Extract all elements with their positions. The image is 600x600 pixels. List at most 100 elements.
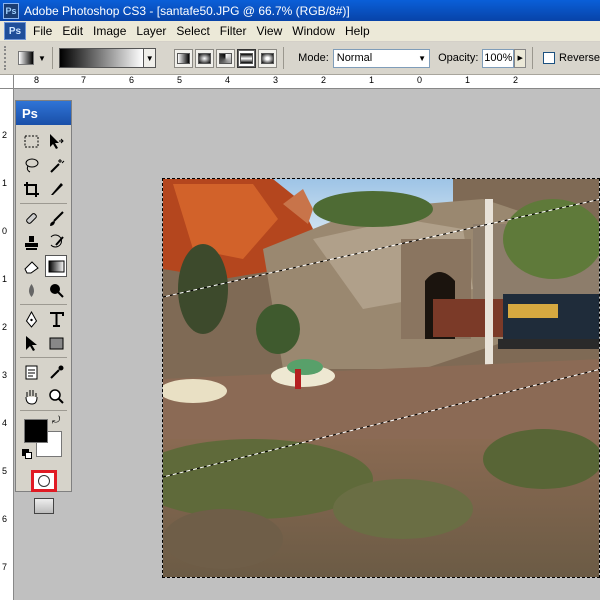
mode-select[interactable]: Normal ▼: [332, 48, 431, 68]
divider: [283, 47, 285, 69]
divider: [532, 47, 534, 69]
ruler-tick-label: 3: [273, 75, 279, 85]
app-menu-icon[interactable]: Ps: [4, 22, 26, 40]
move-icon: [49, 133, 64, 149]
linear-gradient-icon: [177, 52, 191, 64]
menu-image[interactable]: Image: [92, 24, 135, 38]
healing-brush-tool[interactable]: [20, 207, 42, 229]
ruler-tick-label: 1: [465, 75, 471, 85]
eyedropper-tool[interactable]: [45, 361, 67, 383]
quick-mask-button[interactable]: [30, 470, 57, 492]
brush-tool[interactable]: [45, 207, 67, 229]
document-canvas[interactable]: [162, 178, 600, 578]
reflected-gradient-button[interactable]: [237, 48, 257, 68]
gradient-editor-swatch[interactable]: [58, 48, 145, 68]
eraser-icon: [23, 260, 39, 273]
magic-wand-icon: [49, 158, 64, 173]
diamond-gradient-icon: [261, 52, 275, 64]
blur-icon: [28, 283, 34, 297]
ruler-tick-label: 3: [2, 370, 8, 380]
title-bar: Ps Adobe Photoshop CS3 - [santafe50.JPG …: [0, 0, 600, 21]
chevron-down-icon: ▼: [418, 53, 427, 63]
ruler-tick-label: 6: [2, 514, 8, 524]
opacity-slider-button[interactable]: ▶: [514, 48, 527, 68]
diamond-gradient-button[interactable]: [258, 48, 278, 68]
ruler-tick-label: 2: [2, 130, 8, 140]
angle-gradient-button[interactable]: [216, 48, 236, 68]
ruler-tick-label: 2: [513, 75, 519, 85]
foreground-color-swatch[interactable]: [24, 419, 48, 443]
reverse-checkbox[interactable]: [543, 52, 556, 64]
ps-logo: Ps: [22, 105, 38, 121]
eraser-tool[interactable]: [20, 255, 42, 277]
menu-help[interactable]: Help: [344, 24, 379, 38]
menu-bar: Ps File Edit Image Layer Select Filter V…: [0, 21, 600, 42]
ruler-tick-label: 4: [2, 418, 8, 428]
menu-select[interactable]: Select: [175, 24, 218, 38]
history-brush-tool[interactable]: [45, 231, 67, 253]
horizontal-ruler[interactable]: 8 7 6 5 4 3 2 1 0 1 2: [14, 75, 600, 89]
opacity-label: Opacity:: [438, 52, 479, 64]
opacity-input[interactable]: 100%: [482, 48, 515, 68]
path-selection-tool[interactable]: [20, 332, 42, 354]
linear-gradient-button[interactable]: [174, 48, 194, 68]
radial-gradient-button[interactable]: [195, 48, 215, 68]
rectangle-shape-tool[interactable]: [45, 332, 67, 354]
menu-layer[interactable]: Layer: [135, 24, 175, 38]
magic-wand-tool[interactable]: [45, 154, 67, 176]
pen-tool[interactable]: [20, 308, 42, 330]
pen-icon: [25, 310, 37, 328]
menu-filter[interactable]: Filter: [219, 24, 256, 38]
dodge-icon: [49, 283, 64, 298]
clone-stamp-icon: [24, 235, 38, 250]
tool-preset-picker[interactable]: ▼: [17, 51, 46, 65]
brush-icon: [49, 210, 64, 226]
ruler-tick-label: 2: [321, 75, 327, 85]
ruler-tick-label: 6: [129, 75, 135, 85]
clone-stamp-tool[interactable]: [20, 231, 42, 253]
ruler-tick-label: 1: [2, 274, 8, 284]
ruler-origin[interactable]: [0, 75, 14, 89]
quick-mask-icon: [37, 475, 50, 487]
ruler-tick-label: 8: [34, 75, 40, 85]
notes-icon: [25, 365, 37, 379]
type-tool[interactable]: [45, 308, 67, 330]
gradient-picker-dropdown[interactable]: ▼: [144, 48, 157, 68]
gradient-type-group: [174, 48, 278, 68]
crop-icon: [23, 181, 39, 197]
menu-edit[interactable]: Edit: [61, 24, 92, 38]
default-colors-icon[interactable]: [22, 449, 32, 459]
slice-tool[interactable]: [45, 178, 67, 200]
screen-mode-button[interactable]: [33, 498, 54, 514]
notes-tool[interactable]: [20, 361, 42, 383]
ruler-tick-label: 7: [2, 562, 8, 572]
ruler-tick-label: 7: [81, 75, 87, 85]
menu-view[interactable]: View: [255, 24, 291, 38]
window-title: Adobe Photoshop CS3 - [santafe50.JPG @ 6…: [24, 3, 350, 18]
app-logo-icon: Ps: [3, 2, 19, 19]
eyedropper-icon: [49, 365, 63, 379]
blur-tool[interactable]: [20, 279, 42, 301]
options-bar-grip[interactable]: [4, 46, 10, 70]
mode-value: Normal: [336, 52, 373, 64]
ruler-tick-label: 1: [369, 75, 375, 85]
lasso-tool[interactable]: [20, 154, 42, 176]
zoom-tool[interactable]: [45, 385, 67, 407]
crop-tool[interactable]: [20, 178, 42, 200]
vertical-ruler[interactable]: 2 1 0 1 2 3 4 5 6 7: [0, 89, 14, 600]
tools-panel-header[interactable]: Ps: [16, 101, 71, 125]
hand-tool[interactable]: [20, 385, 42, 407]
slice-icon: [50, 182, 63, 195]
menu-window[interactable]: Window: [291, 24, 344, 38]
swap-colors-icon[interactable]: ⤾: [52, 415, 60, 426]
rectangular-marquee-tool[interactable]: [20, 130, 42, 152]
railroad-diorama-photo: [163, 179, 599, 577]
gradient-tool[interactable]: [45, 255, 67, 277]
color-picker-group: ⤾: [16, 413, 71, 469]
dodge-tool[interactable]: [45, 279, 67, 301]
menu-file[interactable]: File: [32, 24, 61, 38]
move-tool[interactable]: [45, 130, 67, 152]
path-selection-icon: [25, 335, 37, 351]
ruler-tick-label: 0: [2, 226, 8, 236]
ruler-tick-label: 0: [417, 75, 423, 85]
